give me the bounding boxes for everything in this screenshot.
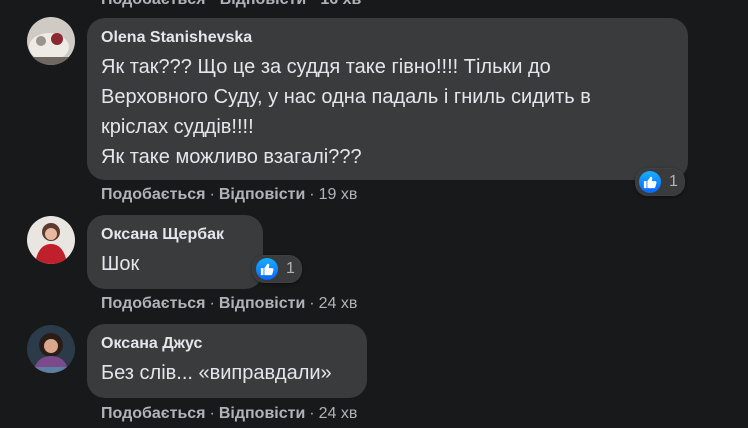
comment-author[interactable]: Olena Stanishevska — [101, 28, 672, 48]
comment-actions: Подобається · Відповісти · 19 хв — [101, 186, 357, 204]
reply-link[interactable]: Відповісти — [219, 295, 305, 312]
like-reaction-icon — [639, 171, 661, 193]
previous-comment-actions: Подобається · Відповісти · 16 хв — [101, 0, 361, 9]
comment-text: Без слів... «виправдали» — [101, 362, 332, 384]
comment-author[interactable]: Оксана Щербак — [101, 225, 247, 245]
like-reaction-icon — [256, 258, 278, 280]
reply-link[interactable]: Відповісти — [219, 405, 305, 422]
reaction-count: 1 — [286, 260, 295, 277]
comment-timestamp[interactable]: 24 хв — [319, 405, 358, 422]
avatar[interactable] — [27, 216, 75, 264]
like-link[interactable]: Подобається — [101, 0, 206, 8]
separator-dot: · — [309, 405, 315, 422]
comment-timestamp[interactable]: 19 хв — [319, 186, 358, 203]
comment-text: Шок — [101, 253, 140, 275]
like-link[interactable]: Подобається — [101, 405, 206, 422]
comment-bubble: Оксана Джус Без слів... «виправдали» — [87, 324, 367, 398]
separator-dot: · — [309, 186, 315, 203]
separator-dot: · — [206, 0, 220, 8]
avatar[interactable] — [27, 17, 75, 65]
separator-dot: · — [209, 295, 215, 312]
reply-link[interactable]: Відповісти — [219, 186, 305, 203]
comment-actions: Подобається · Відповісти · 24 хв — [101, 405, 357, 423]
reaction-summary[interactable]: 1 — [635, 168, 685, 196]
comment-text: Як так??? Що це за суддя таке гівно!!!! … — [101, 56, 591, 168]
comment-actions: Подобається · Відповісти · 24 хв — [101, 295, 357, 313]
separator-dot: · — [209, 186, 215, 203]
comment-author[interactable]: Оксана Джус — [101, 334, 351, 354]
comment-bubble: Olena Stanishevska Як так??? Що це за су… — [87, 18, 688, 180]
comment-timestamp[interactable]: 24 хв — [319, 295, 358, 312]
separator-dot: · — [306, 0, 320, 8]
like-link[interactable]: Подобається — [101, 295, 206, 312]
reaction-count: 1 — [669, 173, 678, 190]
reply-link[interactable]: Відповісти — [220, 0, 306, 8]
reaction-summary[interactable]: 1 — [252, 255, 302, 283]
avatar[interactable] — [27, 325, 75, 373]
comment-timestamp[interactable]: 16 хв — [320, 0, 361, 8]
comment-bubble: Оксана Щербак Шок — [87, 215, 263, 289]
like-link[interactable]: Подобається — [101, 186, 206, 203]
separator-dot: · — [209, 405, 215, 422]
separator-dot: · — [309, 295, 315, 312]
